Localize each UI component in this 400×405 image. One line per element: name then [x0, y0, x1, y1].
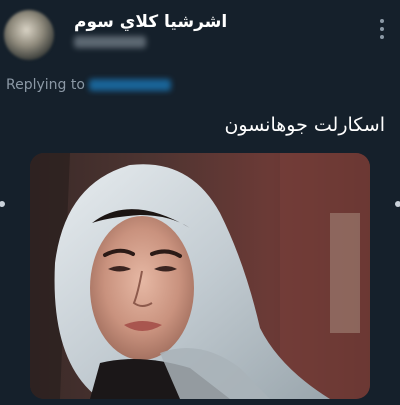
author-display-name[interactable]: اشرشيا كلاي سوم	[74, 12, 227, 32]
tweet-text: اسكارلت جوهانسون	[224, 114, 385, 136]
replying-to-handle-redacted[interactable]	[88, 79, 171, 91]
tweet-media-image[interactable]	[30, 153, 370, 399]
replying-to: Replying to	[6, 77, 171, 93]
more-options-icon[interactable]	[372, 16, 392, 42]
tweet: اشرشيا كلاي سوم Replying to اسكارلت جوها…	[0, 0, 400, 405]
woman-in-headscarf-image	[30, 153, 370, 399]
replying-to-label: Replying to	[6, 77, 85, 93]
tweet-header: اشرشيا كلاي سوم	[0, 0, 400, 70]
avatar[interactable]	[4, 10, 54, 60]
author-handle-redacted	[74, 36, 146, 48]
next-arrow-icon[interactable]	[395, 201, 400, 207]
previous-arrow-icon[interactable]	[0, 201, 5, 207]
